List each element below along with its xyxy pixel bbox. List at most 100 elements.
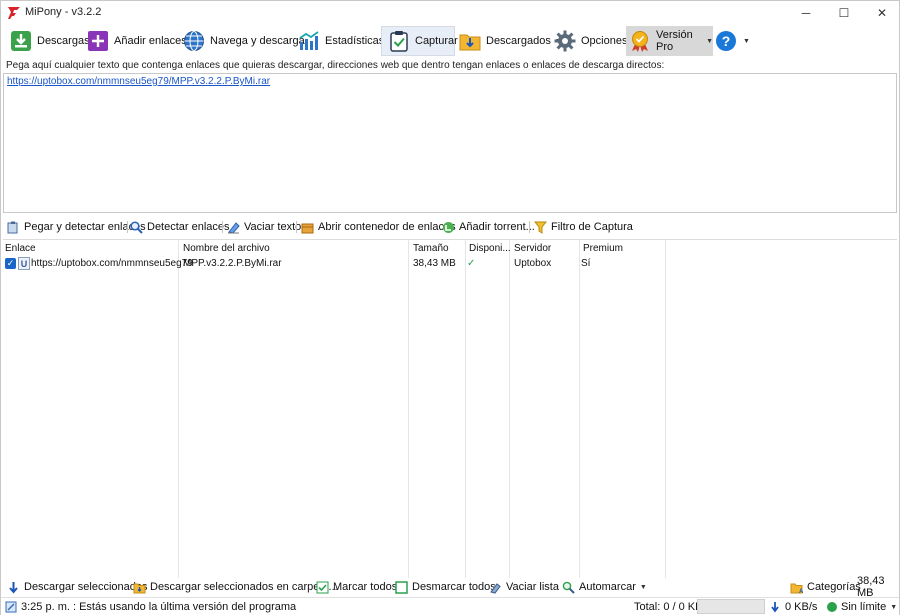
toolbar-version-pro-label: Versión Pro [656, 29, 693, 53]
speed-limit-label: Sin límite [841, 601, 887, 613]
categorias-label: Categorías [807, 581, 861, 593]
marcar-todos-button[interactable]: Marcar todos [316, 579, 397, 595]
window-title: MiPony - v3.2.2 [25, 6, 102, 18]
chart-icon [299, 31, 319, 50]
separator [529, 221, 530, 233]
help-button[interactable]: ? ▼ [715, 26, 750, 56]
update-info-icon [5, 601, 17, 613]
separator [296, 221, 297, 233]
auto-mark-icon [562, 581, 575, 594]
paste-icon [7, 221, 18, 233]
filtro-captura-button[interactable]: Filtro de Captura [534, 219, 633, 235]
svg-text:A: A [799, 589, 803, 594]
filtro-captura-label: Filtro de Captura [551, 221, 633, 233]
toolbar-capturar-label: Capturar [415, 35, 458, 47]
check-all-icon [316, 581, 329, 593]
list-actions-bar: Descargar seleccionados Descargar selecc… [1, 575, 899, 599]
paste-textarea[interactable]: https://uptobox.com/nmmnseu5eg79/MPP.v3.… [3, 73, 897, 213]
pasted-link[interactable]: https://uptobox.com/nmmnseu5eg79/MPP.v3.… [7, 76, 270, 87]
toolbar-opciones[interactable]: Opciones [554, 26, 627, 56]
separator [222, 221, 223, 233]
gear-icon [554, 30, 576, 52]
column-header-tamano[interactable]: Tamaño [413, 243, 449, 254]
column-header-premium[interactable]: Premium [583, 243, 623, 254]
abrir-contenedor-button[interactable]: Abrir contenedor de enlaces [301, 219, 456, 235]
speed-arrow-down-icon [771, 602, 779, 613]
toolbar-navega-descarga[interactable]: Navega y descarga [183, 26, 305, 56]
arrow-down-icon [9, 581, 18, 594]
eraser-icon [228, 221, 240, 234]
status-bar: 3:25 p. m. : Estás usando la última vers… [1, 597, 899, 615]
automarcar-dropdown-caret-icon: ▼ [639, 583, 647, 591]
toolbar-descargados-label: Descargados [486, 35, 551, 47]
descargar-en-carpeta-button[interactable]: Descargar seleccionados en carpeta... [133, 579, 338, 595]
toolbar-capturar[interactable]: Capturar [381, 26, 458, 56]
main-toolbar: Descargas Añadir enlaces Navega y descar… [1, 25, 899, 57]
speed-indicator: 0 KB/s [769, 600, 817, 614]
vaciar-lista-label: Vaciar lista [506, 581, 559, 593]
help-dropdown-caret-icon: ▼ [743, 37, 750, 45]
abrir-contenedor-label: Abrir contenedor de enlaces [318, 221, 456, 233]
descargar-seleccionados-button[interactable]: Descargar seleccionados [7, 579, 148, 595]
title-bar: MiPony - v3.2.2 ─ ☐ ✕ [1, 1, 899, 25]
column-header-nombre[interactable]: Nombre del archivo [183, 243, 270, 254]
globe-icon [184, 31, 204, 51]
version-pro-dropdown-caret-icon: ▼ [706, 37, 713, 45]
mipony-logo-icon [8, 7, 20, 19]
toolbar-estadisticas-label: Estadísticas [325, 35, 385, 47]
status-message: 3:25 p. m. : Estás usando la última vers… [21, 601, 297, 613]
toolbar-anadir-enlaces[interactable]: Añadir enlaces [87, 26, 187, 56]
row-filename: MPP.v3.2.2.P.ByMi.rar [183, 258, 282, 269]
download-arrow-icon [11, 31, 31, 51]
app-window: MiPony - v3.2.2 ─ ☐ ✕ Descargas Añadir e… [0, 0, 900, 615]
desmarcar-todos-button[interactable]: Desmarcar todos [395, 579, 496, 595]
magnifier-icon [130, 220, 143, 234]
toolbar-descargados[interactable]: Descargados ▼ [459, 26, 562, 56]
pegar-detectar-button[interactable]: Pegar y detectar enlaces [7, 219, 146, 235]
detectar-enlaces-label: Detectar enlaces [147, 221, 230, 233]
torrent-icon [443, 221, 454, 233]
descargar-seleccionados-label: Descargar seleccionados [24, 581, 148, 593]
automarcar-label: Automarcar [579, 581, 636, 593]
vaciar-lista-button[interactable]: Vaciar lista ▼ [489, 579, 570, 595]
row-size: 38,43 MB [413, 258, 456, 269]
column-header-enlace[interactable]: Enlace [5, 243, 36, 254]
toolbar-estadisticas[interactable]: Estadísticas [298, 26, 384, 56]
speed-limit-caret-icon: ▼ [890, 603, 898, 611]
vaciar-texto-label: Vaciar texto [244, 221, 302, 233]
toolbar-descargas[interactable]: Descargas [10, 26, 90, 56]
toolbar-navega-descarga-label: Navega y descarga [210, 35, 305, 47]
categories-folder-icon: A [790, 583, 803, 594]
descargar-en-carpeta-label: Descargar seleccionados en carpeta... [150, 581, 338, 593]
paste-actions-bar: Pegar y detectar enlaces Detectar enlace… [1, 218, 899, 236]
uptobox-icon: U [18, 257, 30, 270]
toolbar-version-pro[interactable]: Versión Pro ▼ [626, 26, 713, 56]
paste-hint: Pega aquí cualquier texto que contenga e… [6, 60, 665, 71]
automarcar-button[interactable]: Automarcar ▼ [562, 579, 647, 595]
separator [127, 221, 128, 233]
column-divider [509, 240, 510, 578]
categorias-button[interactable]: A Categorías [790, 579, 861, 595]
close-button[interactable]: ✕ [859, 1, 900, 25]
anadir-torrent-button[interactable]: Añadir torrent... [442, 219, 535, 235]
row-checkbox[interactable]: ✓ [5, 258, 16, 269]
row-premium: Sí [581, 258, 591, 269]
uncheck-all-icon [395, 580, 408, 594]
filter-icon [534, 221, 547, 234]
plus-icon [88, 31, 108, 51]
speed-limit-selector[interactable]: Sin límite ▼ [827, 600, 897, 614]
row-link: https://uptobox.com/nmmnseu5eg79 [31, 258, 193, 269]
clipboard-check-icon [390, 31, 408, 52]
medal-icon [632, 31, 648, 52]
column-header-disponible[interactable]: Disponi... [469, 243, 511, 254]
desmarcar-todos-label: Desmarcar todos [412, 581, 496, 593]
toolbar-anadir-enlaces-label: Añadir enlaces [114, 35, 187, 47]
svg-text:U: U [21, 259, 28, 269]
detectar-enlaces-button[interactable]: Detectar enlaces [130, 219, 230, 235]
toolbar-opciones-label: Opciones [581, 35, 628, 47]
column-divider [465, 240, 466, 578]
column-header-servidor[interactable]: Servidor [514, 243, 551, 254]
status-dot-icon [827, 602, 837, 612]
marcar-todos-label: Marcar todos [333, 581, 398, 593]
vaciar-texto-button[interactable]: Vaciar texto [227, 219, 301, 235]
